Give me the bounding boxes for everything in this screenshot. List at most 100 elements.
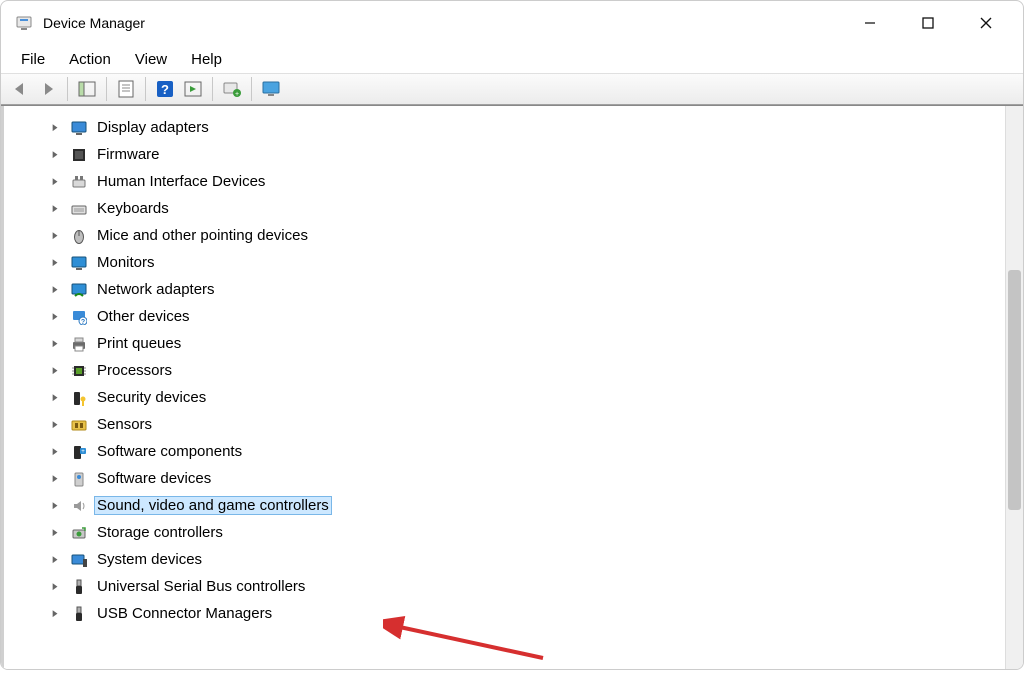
expand-icon[interactable]: ▶ xyxy=(52,474,59,484)
svg-text:+: + xyxy=(235,91,239,98)
tree-item-label[interactable]: Sound, video and game controllers xyxy=(94,496,332,515)
tree-item-label[interactable]: Display adapters xyxy=(94,118,212,137)
device-tree[interactable]: ▶ Display adapters ▶ Firmware ▶ Human Interfa… xyxy=(1,106,1005,669)
tree-item-label[interactable]: Universal Serial Bus controllers xyxy=(94,577,308,596)
usb-icon xyxy=(70,578,88,596)
toolbar-separator xyxy=(251,77,252,101)
tree-item-label[interactable]: Processors xyxy=(94,361,175,380)
tree-item-storage-controllers[interactable]: ▶ Storage controllers xyxy=(50,519,1005,546)
tree-item-software-components[interactable]: ▶ Software components xyxy=(50,438,1005,465)
tree-item-label[interactable]: Other devices xyxy=(94,307,193,326)
toolbar-separator xyxy=(145,77,146,101)
system-icon xyxy=(70,551,88,569)
cpu-icon xyxy=(70,362,88,380)
hid-icon xyxy=(70,173,88,191)
security-icon xyxy=(70,389,88,407)
sensor-icon xyxy=(70,416,88,434)
menu-help[interactable]: Help xyxy=(181,49,232,70)
tree-item-firmware[interactable]: ▶ Firmware xyxy=(50,141,1005,168)
forward-button[interactable] xyxy=(35,77,61,101)
help-button[interactable]: ? xyxy=(152,77,178,101)
tree-item-usb-connector-managers[interactable]: ▶ USB Connector Managers xyxy=(50,600,1005,627)
maximize-button[interactable] xyxy=(899,1,957,45)
network-icon xyxy=(70,281,88,299)
content-area: ▶ Display adapters ▶ Firmware ▶ Human Interfa… xyxy=(1,105,1023,669)
tree-item-label[interactable]: System devices xyxy=(94,550,205,569)
tree-item-label[interactable]: Security devices xyxy=(94,388,209,407)
expand-icon[interactable]: ▶ xyxy=(52,609,59,619)
tree-item-print-queues[interactable]: ▶ Print queues xyxy=(50,330,1005,357)
tree-item-software-devices[interactable]: ▶ Software devices xyxy=(50,465,1005,492)
scrollbar[interactable] xyxy=(1005,106,1023,669)
tree-item-other-devices[interactable]: ▶ Other devices xyxy=(50,303,1005,330)
tree-item-sensors[interactable]: ▶ Sensors xyxy=(50,411,1005,438)
expand-icon[interactable]: ▶ xyxy=(52,123,59,133)
keyboard-icon xyxy=(70,200,88,218)
expand-icon[interactable]: ▶ xyxy=(52,420,59,430)
tree-item-label[interactable]: Firmware xyxy=(94,145,163,164)
chip-icon xyxy=(70,146,88,164)
expand-icon[interactable]: ▶ xyxy=(52,501,59,511)
expand-icon[interactable]: ▶ xyxy=(52,285,59,295)
tree-item-label[interactable]: Human Interface Devices xyxy=(94,172,268,191)
action-button[interactable] xyxy=(180,77,206,101)
monitor-toolbar-button[interactable] xyxy=(258,77,284,101)
expand-icon[interactable]: ▶ xyxy=(52,231,59,241)
tree-item-label[interactable]: Mice and other pointing devices xyxy=(94,226,311,245)
menu-action[interactable]: Action xyxy=(59,49,121,70)
tree-item-label[interactable]: Network adapters xyxy=(94,280,218,299)
back-button[interactable] xyxy=(7,77,33,101)
tree-item-keyboards[interactable]: ▶ Keyboards xyxy=(50,195,1005,222)
tree-item-monitors[interactable]: ▶ Monitors xyxy=(50,249,1005,276)
tree-item-universal-serial-bus-controllers[interactable]: ▶ Universal Serial Bus controllers xyxy=(50,573,1005,600)
expand-icon[interactable]: ▶ xyxy=(52,339,59,349)
mouse-icon xyxy=(70,227,88,245)
minimize-button[interactable] xyxy=(841,1,899,45)
other-icon xyxy=(70,308,88,326)
toolbar-separator xyxy=(67,77,68,101)
expand-icon[interactable]: ▶ xyxy=(52,204,59,214)
expand-icon[interactable]: ▶ xyxy=(52,528,59,538)
window-controls xyxy=(841,1,1015,45)
properties-button[interactable] xyxy=(113,77,139,101)
toolbar: ? + xyxy=(1,73,1023,105)
tree-item-network-adapters[interactable]: ▶ Network adapters xyxy=(50,276,1005,303)
expand-icon[interactable]: ▶ xyxy=(52,366,59,376)
title-bar: Device Manager xyxy=(1,1,1023,45)
device-manager-window: Device Manager File Action View Help xyxy=(0,0,1024,670)
tree-item-display-adapters[interactable]: ▶ Display adapters xyxy=(50,114,1005,141)
tree-item-label[interactable]: Storage controllers xyxy=(94,523,226,542)
close-button[interactable] xyxy=(957,1,1015,45)
show-hide-console-button[interactable] xyxy=(74,77,100,101)
menu-view[interactable]: View xyxy=(125,49,177,70)
tree-item-label[interactable]: Monitors xyxy=(94,253,158,272)
expand-icon[interactable]: ▶ xyxy=(52,555,59,565)
tree-item-label[interactable]: Software components xyxy=(94,442,245,461)
expand-icon[interactable]: ▶ xyxy=(52,393,59,403)
tree-item-human-interface-devices[interactable]: ▶ Human Interface Devices xyxy=(50,168,1005,195)
display-icon xyxy=(70,119,88,137)
expand-icon[interactable]: ▶ xyxy=(52,150,59,160)
tree-item-label[interactable]: USB Connector Managers xyxy=(94,604,275,623)
scan-hardware-button[interactable]: + xyxy=(219,77,245,101)
tree-item-label[interactable]: Software devices xyxy=(94,469,214,488)
expand-icon[interactable]: ▶ xyxy=(52,258,59,268)
expand-icon[interactable]: ▶ xyxy=(52,447,59,457)
tree-item-mice-and-other-pointing-devices[interactable]: ▶ Mice and other pointing devices xyxy=(50,222,1005,249)
expand-icon[interactable]: ▶ xyxy=(52,177,59,187)
tree-item-sound-video-and-game-controllers[interactable]: ▶ Sound, video and game controllers xyxy=(50,492,1005,519)
tree-item-security-devices[interactable]: ▶ Security devices xyxy=(50,384,1005,411)
tree-item-label[interactable]: Print queues xyxy=(94,334,184,353)
window-title: Device Manager xyxy=(43,15,145,31)
tree-item-label[interactable]: Sensors xyxy=(94,415,155,434)
sound-icon xyxy=(70,497,88,515)
tree-item-label[interactable]: Keyboards xyxy=(94,199,172,218)
scrollbar-thumb[interactable] xyxy=(1008,270,1021,510)
tree-item-system-devices[interactable]: ▶ System devices xyxy=(50,546,1005,573)
menu-file[interactable]: File xyxy=(11,49,55,70)
expand-icon[interactable]: ▶ xyxy=(52,312,59,322)
tree-item-processors[interactable]: ▶ Processors xyxy=(50,357,1005,384)
storage-icon xyxy=(70,524,88,542)
device-manager-icon xyxy=(15,14,33,32)
expand-icon[interactable]: ▶ xyxy=(52,582,59,592)
